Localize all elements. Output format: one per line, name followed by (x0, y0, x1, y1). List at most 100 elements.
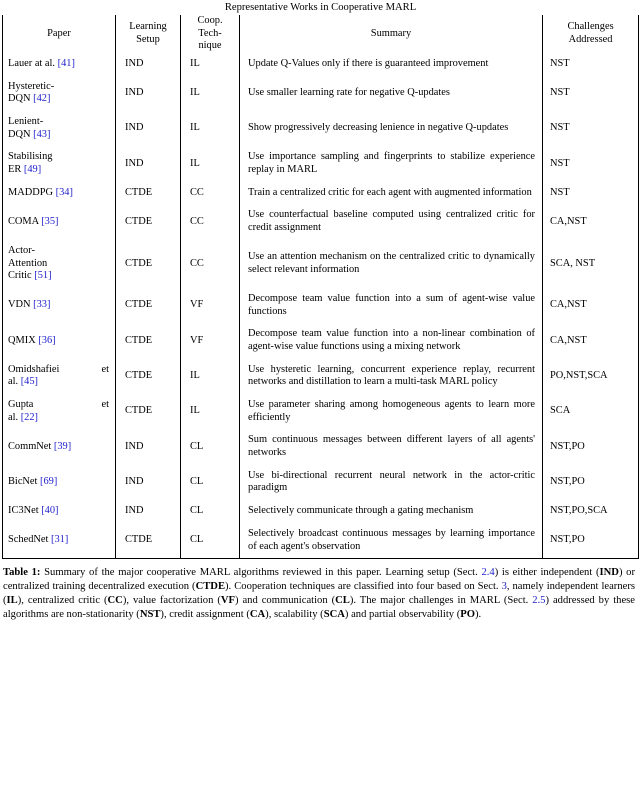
cell-learning-setup: CTDE (115, 358, 181, 395)
cell-summary: Use an attention mechanism on the centra… (239, 239, 543, 288)
paper-citation-ref[interactable]: [36] (38, 335, 55, 346)
cell-summary: Use hysteretic learning, concurrent expe… (239, 358, 543, 395)
caption-text-part7: ), value factorization ( (122, 595, 221, 607)
paper-citation-ref[interactable]: [34] (56, 187, 73, 198)
paper-citation-ref[interactable]: [33] (33, 299, 50, 310)
cell-summary: Selectively broadcast continuous message… (239, 522, 543, 560)
caption-section-ref-1[interactable]: 2.4 (481, 567, 494, 578)
caption-abbrev-sca: SCA (323, 609, 345, 621)
cell-paper: COMA [35] (2, 204, 116, 240)
column-header-challenges: Challenges Addressed (542, 14, 640, 53)
cell-challenges: NST,PO (542, 464, 640, 501)
table-header-row: Paper Learning Setup Coop. Tech- nique S… (2, 14, 640, 53)
cell-learning-setup: CTDE (115, 323, 181, 359)
cell-coop-technique: IL (180, 358, 240, 395)
cell-challenges: SCA, NST (542, 239, 640, 288)
paper-name-line: Stabilising (8, 151, 53, 163)
paper-citation-ref[interactable]: [43] (33, 129, 50, 140)
cell-challenges: NST,PO (542, 429, 640, 465)
cell-coop-technique: VF (180, 323, 240, 359)
cell-paper: MADDPG [34] (2, 181, 116, 205)
cell-paper: Gupta et al. [22] (2, 394, 116, 430)
cell-challenges: NST (542, 181, 640, 205)
paper-citation-ref[interactable]: [69] (40, 476, 57, 487)
cell-paper: QMIX [36] (2, 323, 116, 359)
cell-coop-technique: CL (180, 429, 240, 465)
paper-name-line: Hysteretic- (8, 80, 55, 92)
paper-citation-ref[interactable]: [40] (41, 505, 58, 516)
cell-challenges: PO,NST,SCA (542, 358, 640, 395)
column-header-learning-setup-line2: Setup (136, 33, 160, 45)
caption-abbrev-vf: VF (220, 595, 235, 607)
cell-summary: Show progressively decreasing lenience i… (239, 111, 543, 147)
cell-learning-setup: CTDE (115, 204, 181, 240)
paper-citation-ref[interactable]: [35] (41, 216, 58, 227)
table-body: Representative Works in Cooperative MARL… (2, 2, 640, 560)
column-header-challenges-line1: Challenges (567, 21, 614, 33)
paper-citation-ref[interactable]: [31] (51, 534, 68, 545)
paper-name-line: al. [22] (8, 411, 39, 423)
cell-paper: IC3Net [40] (2, 500, 116, 523)
caption-abbrev-ctde: CTDE (195, 581, 226, 593)
cell-challenges: CA,NST (542, 323, 640, 359)
caption-abbrev-cc: CC (107, 595, 123, 607)
cell-learning-setup: CTDE (115, 522, 181, 560)
column-header-paper: Paper (2, 14, 116, 53)
cell-coop-technique: CL (180, 464, 240, 501)
cell-summary: Use smaller learning rate for negative Q… (239, 75, 543, 112)
column-header-learning-setup: Learning Setup (115, 14, 181, 53)
column-header-summary-label: Summary (370, 27, 412, 39)
cell-challenges: NST,PO,SCA (542, 500, 640, 523)
paper-citation-ref[interactable]: [42] (33, 93, 50, 104)
paper-citation-ref[interactable]: [39] (54, 441, 71, 452)
caption-text-part9: ). The major challenges in MARL (Sect. (349, 595, 533, 607)
table-title: Representative Works in Cooperative MARL (224, 2, 417, 13)
table-row: VDN [33] CTDE VF Decompose team value funct… (2, 287, 640, 324)
column-header-coop-technique-line3: nique (198, 40, 222, 52)
paper-citation-ref[interactable]: [51] (34, 270, 51, 281)
column-header-summary: Summary (239, 14, 543, 53)
cell-coop-technique: IL (180, 146, 240, 182)
table-row: Actor- Attention Critic [51] CTDE CC Use an a… (2, 239, 640, 288)
paper-name-line: ER [49] (8, 164, 42, 176)
paper-citation-ref[interactable]: [22] (21, 412, 38, 423)
table-row: Hysteretic- DQN [42] IND IL Use smaller lear… (2, 75, 640, 112)
cell-paper: Hysteretic- DQN [42] (2, 75, 116, 112)
cell-learning-setup: CTDE (115, 239, 181, 288)
cell-paper: VDN [33] (2, 287, 116, 324)
cell-learning-setup: IND (115, 111, 181, 147)
cell-challenges: NST (542, 52, 640, 76)
cell-coop-technique: IL (180, 111, 240, 147)
cell-summary: Use parameter sharing among homogeneous … (239, 394, 543, 430)
caption-section-ref-3[interactable]: 2.5 (532, 595, 545, 606)
caption-separator: : (36, 567, 41, 579)
cell-summary: Update Q-Values only if there is guarant… (239, 52, 543, 76)
cell-challenges: CA,NST (542, 287, 640, 324)
table-row: Gupta et al. [22] CTDE IL Use parameter shar… (2, 394, 640, 430)
paper-name-line: Omidshafiei et (8, 363, 109, 375)
cell-paper: SchedNet [31] (2, 522, 116, 560)
cell-paper: Lauer at al. [41] (2, 52, 116, 76)
paper-citation-ref[interactable]: [45] (21, 376, 38, 387)
cell-challenges: NST (542, 146, 640, 182)
cell-learning-setup: IND (115, 146, 181, 182)
paper-name-line: BicNet [69] (8, 476, 58, 488)
cell-paper: CommNet [39] (2, 429, 116, 465)
cell-summary: Use counterfactual baseline computed usi… (239, 204, 543, 240)
caption-text-part1: Summary of the major cooperative MARL al… (44, 567, 482, 579)
cell-learning-setup: IND (115, 52, 181, 76)
table-row: IC3Net [40] IND CL Selectively communicate … (2, 500, 640, 523)
cell-challenges: NST (542, 111, 640, 147)
cell-paper: Omidshafiei et al. [45] (2, 358, 116, 395)
paper-citation-ref[interactable]: [49] (24, 164, 41, 175)
cell-coop-technique: IL (180, 75, 240, 112)
cell-summary: Decompose team value function into a sum… (239, 287, 543, 324)
cell-paper: Lenient- DQN [43] (2, 111, 116, 147)
paper-name-line: DQN [43] (8, 128, 51, 140)
caption-text-part8: ) and communication ( (235, 595, 336, 607)
paper-citation-ref[interactable]: [41] (58, 58, 75, 69)
cell-challenges: CA,NST (542, 204, 640, 240)
paper-name-line: Lauer at al. [41] (8, 57, 75, 69)
table-row: COMA [35] CTDE CC Use counterfactual baseli… (2, 204, 640, 240)
cell-learning-setup: CTDE (115, 287, 181, 324)
